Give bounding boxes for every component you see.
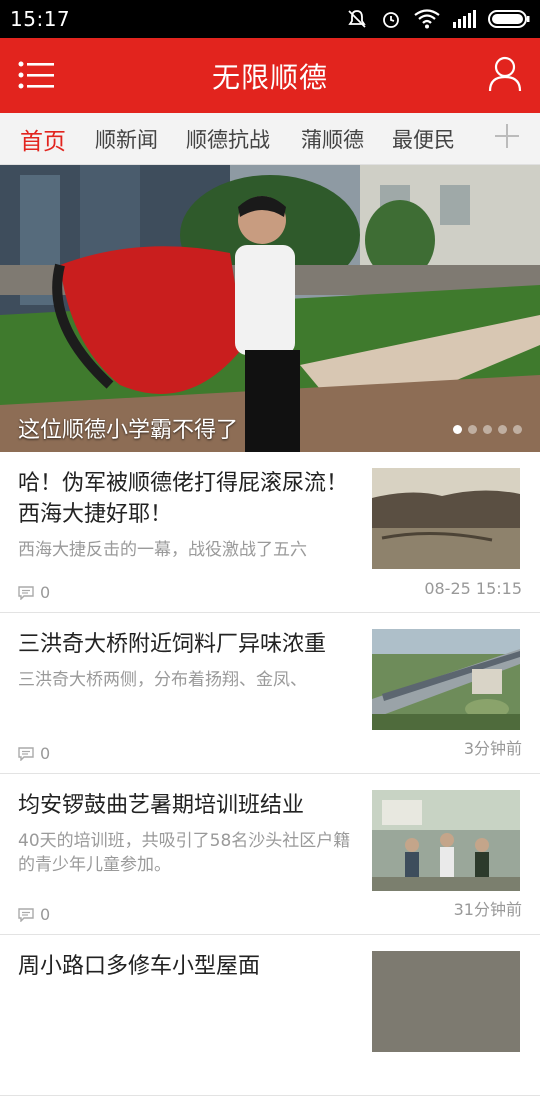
tab-home[interactable]: 首页 — [20, 122, 66, 156]
carousel-dot — [468, 425, 477, 434]
news-time: 08-25 15:15 — [424, 579, 522, 598]
news-item[interactable]: 三洪奇大桥附近饲料厂异味浓重 三洪奇大桥两侧，分布着扬翔、金凤、 0 3分钟前 — [0, 613, 540, 774]
news-title: 周小路口多修车小型屋面 — [18, 954, 261, 979]
category-tabs: 首页 顺新闻 顺德抗战 蒲顺德 最便民 — [0, 113, 540, 165]
news-summary: 40天的培训班，共吸引了58名沙头社区户籍的青少年儿童参加。 — [18, 831, 351, 875]
app-title: 无限顺德 — [211, 60, 328, 94]
news-title: 哈！伪军被顺德佬打得屁滚尿流！西海大捷好耶！ — [18, 471, 349, 527]
carousel-indicator — [453, 425, 522, 434]
comment-count-value: 0 — [40, 583, 51, 602]
comment-icon — [18, 585, 34, 600]
news-time: 31分钟前 — [453, 900, 522, 919]
carousel-dot — [453, 425, 462, 434]
news-summary: 西海大捷反击的一幕，战役激战了五六 — [18, 540, 307, 560]
status-time: 15:17 — [10, 7, 71, 31]
carousel-dot — [483, 425, 492, 434]
comment-count-value: 0 — [40, 905, 51, 924]
tab-convenience[interactable]: 最便民 — [392, 124, 455, 154]
carousel-dot — [498, 425, 507, 434]
tab-anti-war[interactable]: 顺德抗战 — [186, 124, 270, 154]
comment-count: 0 — [18, 905, 50, 924]
mute-icon — [348, 10, 366, 28]
comment-icon — [18, 746, 34, 761]
news-item[interactable]: 均安锣鼓曲艺暑期培训班结业 40天的培训班，共吸引了58名沙头社区户籍的青少年儿… — [0, 774, 540, 935]
wifi-icon — [414, 9, 440, 29]
tab-pu-shunde[interactable]: 蒲顺德 — [301, 124, 364, 154]
menu-icon[interactable] — [18, 60, 56, 90]
comment-icon — [18, 907, 34, 922]
add-tab-icon[interactable] — [494, 123, 520, 149]
app-header: 无限顺德 — [0, 38, 540, 113]
comment-count: 0 — [18, 583, 50, 602]
battery-icon — [488, 10, 530, 28]
user-icon[interactable] — [488, 56, 522, 92]
comment-count-value: 0 — [40, 744, 51, 763]
banner-photo — [0, 165, 540, 452]
news-thumbnail — [372, 468, 520, 569]
news-summary: 三洪奇大桥两侧，分布着扬翔、金凤、 — [18, 670, 307, 690]
news-title: 三洪奇大桥附近饲料厂异味浓重 — [18, 632, 327, 657]
signal-icon — [453, 10, 476, 28]
news-item[interactable]: 哈！伪军被顺德佬打得屁滚尿流！西海大捷好耶！ 西海大捷反击的一幕，战役激战了五六… — [0, 452, 540, 613]
alarm-icon — [383, 12, 399, 28]
news-feed: 哈！伪军被顺德佬打得屁滚尿流！西海大捷好耶！ 西海大捷反击的一幕，战役激战了五六… — [0, 452, 540, 1096]
carousel-dot — [513, 425, 522, 434]
news-thumbnail — [372, 951, 520, 1052]
news-item[interactable]: 周小路口多修车小型屋面 — [0, 935, 540, 1096]
featured-banner[interactable]: 这位顺德小学霸不得了 — [0, 165, 540, 452]
status-bar: 15:17 — [0, 0, 540, 38]
tab-shun-news[interactable]: 顺新闻 — [95, 124, 158, 154]
news-thumbnail — [372, 790, 520, 891]
news-time: 3分钟前 — [463, 739, 522, 758]
comment-count: 0 — [18, 744, 50, 763]
news-thumbnail — [372, 629, 520, 730]
banner-caption: 这位顺德小学霸不得了 — [18, 418, 239, 443]
status-icons — [346, 8, 530, 30]
news-title: 均安锣鼓曲艺暑期培训班结业 — [18, 793, 305, 818]
